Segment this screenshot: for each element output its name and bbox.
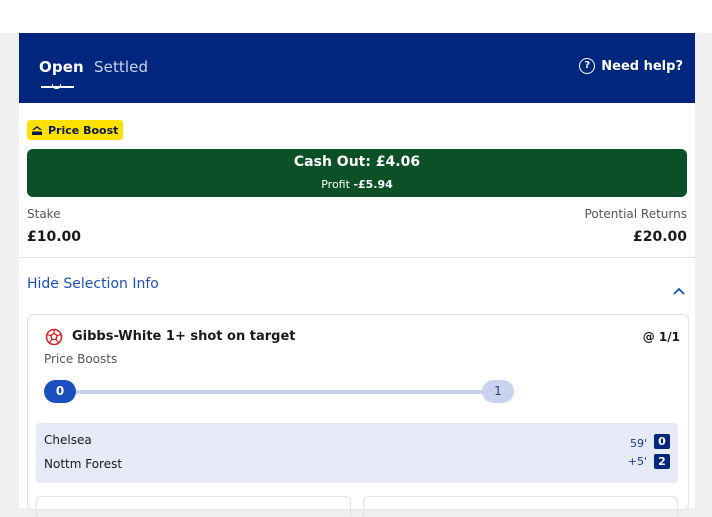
chevron-up-icon[interactable] <box>673 280 685 299</box>
right-gutter <box>695 33 712 508</box>
boost-progress-current: 0 <box>44 380 76 403</box>
stake-value: £10.00 <box>27 229 82 245</box>
selection-name: Gibbs-White 1+ shot on target <box>72 329 296 344</box>
potential-returns-value: £20.00 <box>632 229 687 245</box>
stat-tile <box>363 496 678 517</box>
profit-label: Profit <box>321 178 350 191</box>
cash-out-button[interactable]: Cash Out: £4.06 Profit -£5.94 <box>27 149 687 197</box>
divider <box>19 257 695 258</box>
need-help-link[interactable]: ? Need help? <box>579 58 683 74</box>
live-scoreboard: Chelsea Nottm Forest 59' +5' 0 2 <box>36 423 678 483</box>
profit-value: -£5.94 <box>353 178 393 191</box>
tab-settled[interactable]: Settled <box>94 58 148 76</box>
home-team-name: Chelsea <box>44 433 92 447</box>
bet-card: Price Boost Cash Out: £4.06 Profit -£5.9… <box>19 103 695 517</box>
price-boosts-label: Price Boosts <box>44 352 118 366</box>
tab-open[interactable]: Open <box>39 58 84 76</box>
football-icon <box>45 328 63 350</box>
home-score: 0 <box>654 434 670 449</box>
cash-out-label: Cash Out: £4.06 <box>293 154 421 170</box>
match-added-time: +5' <box>627 455 647 468</box>
price-boost-label: Price Boost <box>48 123 119 137</box>
help-icon: ? <box>579 58 596 74</box>
away-team-name: Nottm Forest <box>44 457 123 471</box>
selection-panel: Gibbs-White 1+ shot on target @ 1/1 Pric… <box>27 314 689 517</box>
boost-progress-target: 1 <box>482 380 514 403</box>
active-tab-indicator-notch <box>52 84 61 89</box>
stat-tile <box>36 496 351 517</box>
price-boost-badge: Price Boost <box>27 120 124 140</box>
left-gutter <box>0 33 19 508</box>
top-spacer <box>0 0 712 33</box>
price-boost-icon <box>31 125 43 136</box>
cash-out-profit: Profit -£5.94 <box>27 178 687 191</box>
stake-label: Stake <box>27 207 61 221</box>
match-minute: 59' <box>629 437 647 450</box>
selection-odds: @ 1/1 <box>642 330 680 344</box>
hide-selection-info-toggle[interactable]: Hide Selection Info <box>27 276 159 292</box>
potential-returns-label: Potential Returns <box>584 207 687 221</box>
bets-header: Open Settled ? Need help? <box>19 33 695 103</box>
boost-progress-track <box>58 390 503 394</box>
away-score: 2 <box>654 454 670 469</box>
need-help-label: Need help? <box>601 58 683 74</box>
